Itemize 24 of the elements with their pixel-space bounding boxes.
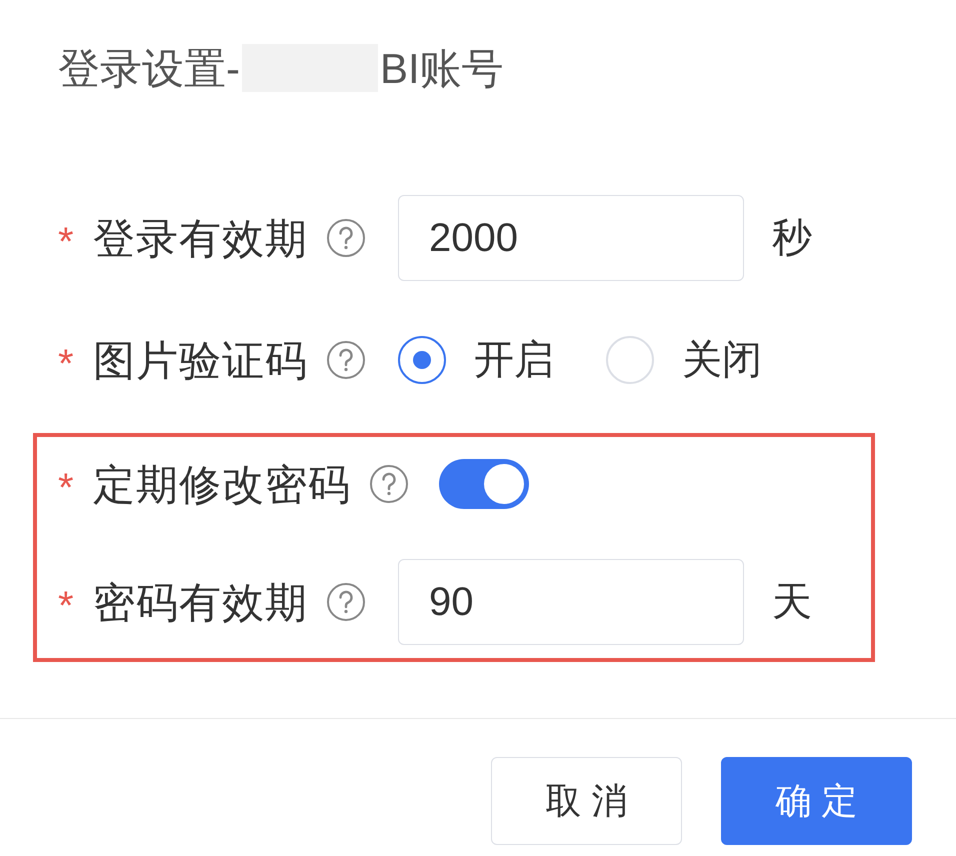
- cancel-button[interactable]: 取 消: [491, 757, 682, 845]
- confirm-button[interactable]: 确 定: [721, 757, 912, 845]
- help-icon[interactable]: [369, 464, 409, 504]
- dialog-title: BI账号: [380, 44, 504, 94]
- field-label: 登录有效期: [93, 214, 308, 264]
- unit-label: 秒: [772, 215, 812, 262]
- help-icon[interactable]: [326, 582, 366, 622]
- input-field[interactable]: 2000: [398, 195, 744, 281]
- help-icon[interactable]: [326, 340, 366, 380]
- radio-label: 开启: [474, 337, 554, 384]
- field-label: 密码有效期: [93, 578, 308, 628]
- field-label: 定期修改密码: [93, 460, 351, 510]
- required-mark: *: [58, 583, 75, 630]
- radio-button[interactable]: [398, 336, 446, 384]
- dialog-title: 登录设置-: [58, 44, 240, 94]
- input-field[interactable]: 90: [398, 559, 744, 645]
- field-label: 图片验证码: [93, 336, 308, 386]
- unit-label: 天: [772, 579, 812, 626]
- toggle-switch[interactable]: [439, 459, 529, 509]
- required-mark: *: [58, 219, 75, 266]
- radio-label: 关闭: [682, 337, 762, 384]
- required-mark: *: [58, 465, 75, 512]
- required-mark: *: [58, 341, 75, 388]
- help-icon[interactable]: [326, 218, 366, 258]
